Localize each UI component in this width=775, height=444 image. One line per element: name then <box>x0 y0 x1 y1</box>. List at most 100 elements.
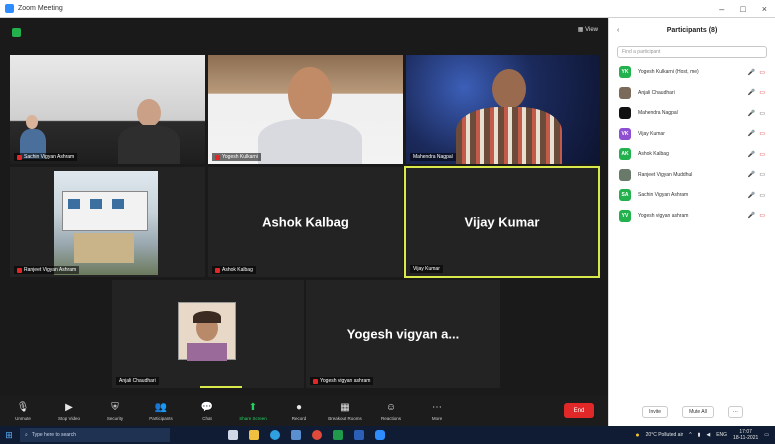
participant-avatar: VK <box>619 127 631 140</box>
video-tile-ranjeet[interactable]: Ranjeet Vigyan Ashram <box>10 167 205 277</box>
tile-name-label: Sachin Vigyan Ashram <box>14 153 78 161</box>
name-tile-ashok[interactable]: Ashok Kalbag Ashok Kalbag <box>208 167 403 277</box>
record-label: Record <box>291 415 307 421</box>
stop-video-button[interactable]: ▶ Stop Video <box>46 396 92 426</box>
tile-name-label: Ranjeet Vigyan Ashram <box>14 266 80 274</box>
taskbar-apps <box>228 430 385 440</box>
participants-panel-header: ‹ Participants (8) <box>609 18 775 42</box>
store-icon[interactable] <box>291 430 301 440</box>
participant-avatar: SA <box>619 189 631 202</box>
security-button[interactable]: ⛨ Security <box>92 396 138 426</box>
view-button[interactable]: ▦ View <box>578 26 598 33</box>
clock[interactable]: 17:07 18-11-2021 <box>733 429 758 441</box>
participant-row[interactable]: Mahendra Nagpal 🎤 ▭ <box>609 103 775 124</box>
participant-row[interactable]: YV Yogesh vigyan ashram 🎤 ▭ <box>609 206 775 227</box>
participants-panel-footer: Invite Mute All ... <box>609 406 775 418</box>
participant-name: Vijay Kumar <box>638 130 665 137</box>
windows-taskbar: ⊞ ⌕ Type here to search ● 20°C Polluted … <box>0 426 775 444</box>
zoom-logo-icon <box>5 4 14 13</box>
participant-name: Yogesh vigyan ashram <box>638 212 689 219</box>
file-explorer-icon[interactable] <box>249 430 259 440</box>
excel-icon[interactable] <box>333 430 343 440</box>
language-indicator[interactable]: ENG <box>716 432 727 438</box>
mic-muted-icon <box>215 154 220 160</box>
weather-text[interactable]: 20°C Polluted air <box>646 432 684 438</box>
participants-button[interactable]: 👥 Participants <box>138 396 184 426</box>
reactions-label: Reactions <box>380 415 401 421</box>
more-button[interactable]: ⋯ More <box>414 396 460 426</box>
record-icon: ● <box>295 401 303 413</box>
participant-status: 🎤 ▭ <box>748 171 765 178</box>
chat-icon: 💬 <box>200 401 214 413</box>
participant-status: 🎤 ▭ <box>748 130 765 137</box>
mic-muted-icon: 🎤 <box>747 69 756 76</box>
unmute-label: Unmute <box>15 415 31 421</box>
collapse-panel-icon[interactable]: ‹ <box>617 27 619 34</box>
close-button[interactable]: × <box>762 4 767 14</box>
video-tile-sachin[interactable]: Sachin Vigyan Ashram <box>10 55 205 164</box>
maximize-button[interactable]: □ <box>740 4 745 14</box>
participant-row[interactable]: VK Vijay Kumar 🎤 ▭ <box>609 124 775 145</box>
invite-button[interactable]: Invite <box>642 406 669 418</box>
name-tile-yogesh-vigyan[interactable]: Yogesh vigyan a... Yogesh vigyan ashram <box>306 280 500 388</box>
video-tile-mahendra[interactable]: Mahendra Nagpal <box>406 55 600 164</box>
participant-avatar <box>619 168 631 181</box>
edge-icon[interactable] <box>270 430 280 440</box>
share-screen-button[interactable]: ⬆ Share Screen <box>230 396 276 426</box>
window-title: Zoom Meeting <box>18 5 63 12</box>
word-icon[interactable] <box>354 430 364 440</box>
title-bar: Zoom Meeting – □ × <box>0 0 775 18</box>
task-view-icon[interactable] <box>228 430 238 440</box>
tile-name-label: Ashok Kalbag <box>212 266 256 274</box>
participant-row[interactable]: Ranjeet Vigyan Muddhul 🎤 ▭ <box>609 165 775 186</box>
participant-row[interactable]: YK Yogesh Kulkarni (Host, me) 🎤 ▭ <box>609 62 775 83</box>
video-on-icon: ▭ <box>759 192 765 199</box>
notifications-icon[interactable]: ▭ <box>764 432 769 438</box>
video-off-icon: ▭ <box>759 151 765 158</box>
more-options-button[interactable]: ... <box>727 406 743 418</box>
mic-muted-icon: 🎤 <box>747 192 756 199</box>
end-meeting-button[interactable]: End <box>564 403 594 418</box>
tile-display-name: Ashok Kalbag <box>262 214 349 230</box>
participant-row[interactable]: Anjali Chaudhari 🎤 ▭ <box>609 83 775 104</box>
chrome-icon[interactable] <box>312 430 322 440</box>
mute-all-button[interactable]: Mute All <box>682 406 714 418</box>
chat-label: Chat <box>202 415 212 421</box>
minimize-button[interactable]: – <box>719 4 724 14</box>
network-icon[interactable]: ▮ <box>698 432 701 438</box>
chat-button[interactable]: 💬 Chat <box>184 396 230 426</box>
mic-icon: 🎙 <box>16 401 30 413</box>
record-button[interactable]: ● Record <box>276 396 322 426</box>
share-screen-icon: ⬆ <box>248 401 258 413</box>
tray-chevron-icon[interactable]: ^ <box>689 432 691 438</box>
mic-on-icon: 🎤 <box>747 110 756 117</box>
participant-row[interactable]: AK Ashok Kalbag 🎤 ▭ <box>609 144 775 165</box>
tile-name-label: Yogesh Kulkarni <box>212 153 261 161</box>
participant-row[interactable]: SA Sachin Vigyan Ashram 🎤 ▭ <box>609 185 775 206</box>
breakout-rooms-button[interactable]: ▦ Breakout Rooms <box>322 396 368 426</box>
name-tile-vijay-active-speaker[interactable]: Vijay Kumar Vijay Kumar <box>404 166 600 278</box>
system-tray: ● 20°C Polluted air ^ ▮ ◀ ENG 17:07 18-1… <box>635 429 769 441</box>
reactions-button[interactable]: ☺ Reactions <box>368 396 414 426</box>
stop-video-label: Stop Video <box>58 415 80 421</box>
zoom-window: Zoom Meeting – □ × ▦ View Sachin Vigyan … <box>0 0 775 444</box>
find-participant-input[interactable]: Find a participant <box>617 46 767 58</box>
participant-status: 🎤 ▭ <box>748 89 765 96</box>
participant-avatar <box>619 107 631 120</box>
photo-tile-anjali[interactable]: Anjali Chaudhari <box>112 280 304 388</box>
unmute-button[interactable]: 🎙 Unmute <box>0 396 46 426</box>
meeting-area: ▦ View Sachin Vigyan Ashram Yogesh Kulka… <box>0 18 608 396</box>
weather-icon[interactable]: ● <box>635 432 639 439</box>
volume-icon[interactable]: ◀ <box>706 432 710 438</box>
windows-start-icon[interactable]: ⊞ <box>0 430 18 441</box>
share-screen-label: Share Screen <box>239 415 267 421</box>
video-off-icon: ▭ <box>759 90 765 97</box>
video-tile-yogesh[interactable]: Yogesh Kulkarni <box>208 55 403 164</box>
encryption-shield-icon[interactable] <box>12 28 21 37</box>
mic-muted-icon: 🎤 <box>747 151 756 158</box>
security-label: Security <box>106 415 124 421</box>
participant-name: Ranjeet Vigyan Muddhul <box>638 171 693 178</box>
taskbar-search-box[interactable]: ⌕ Type here to search <box>20 428 170 442</box>
participant-name: Mahendra Nagpal <box>638 110 678 117</box>
zoom-app-icon[interactable] <box>375 430 385 440</box>
